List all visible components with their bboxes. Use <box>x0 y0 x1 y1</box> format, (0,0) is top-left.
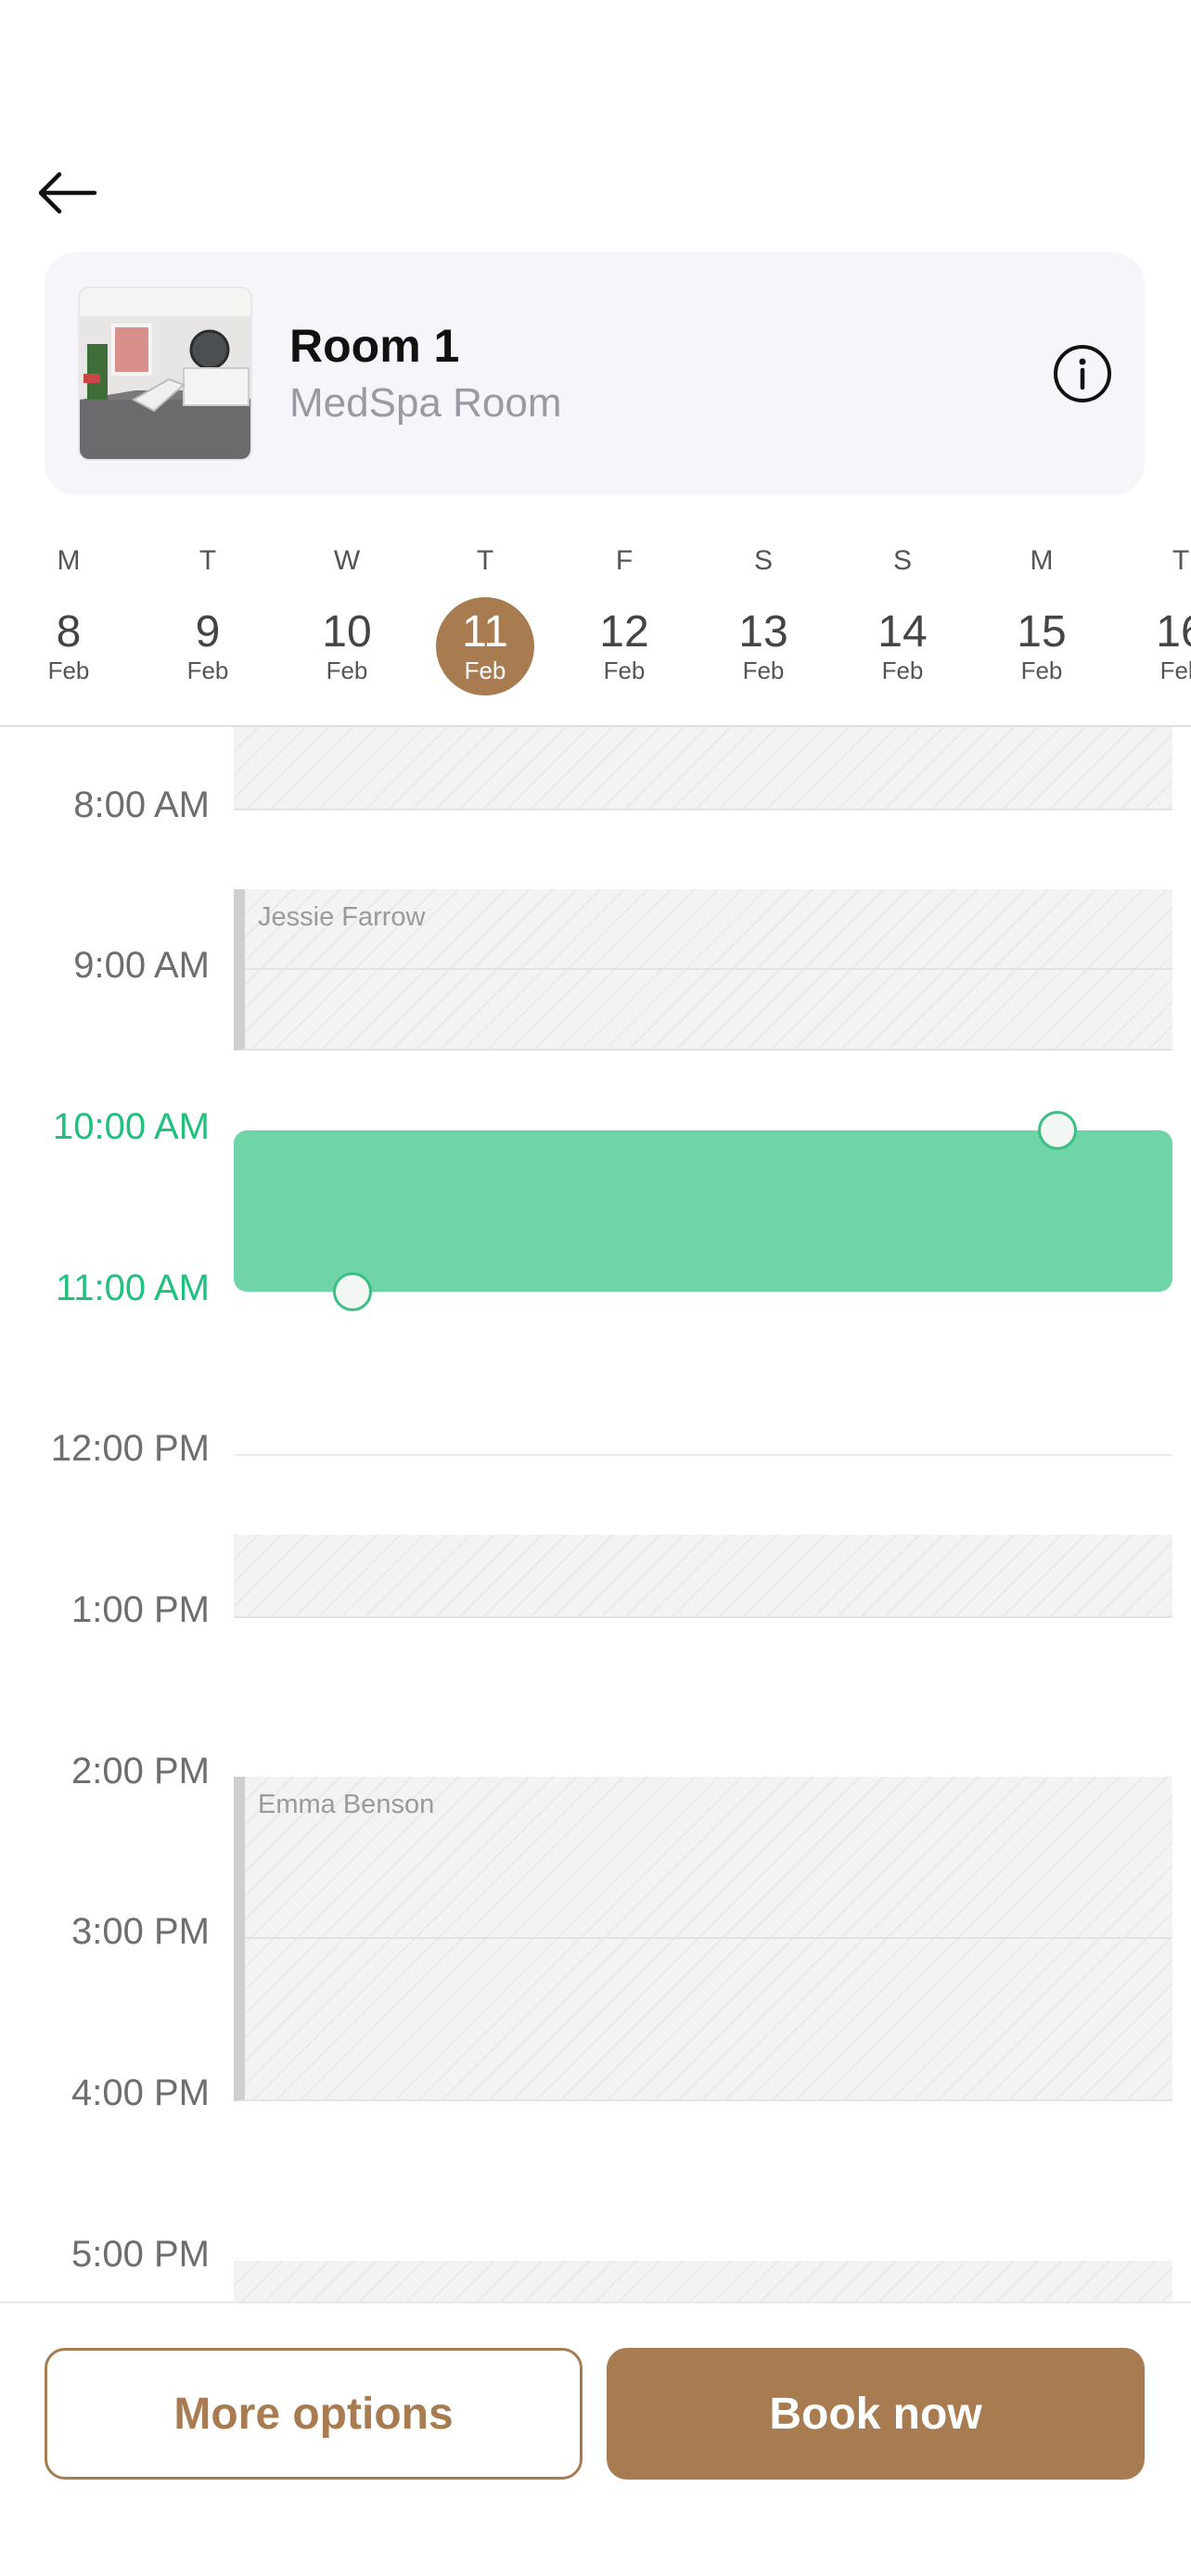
arrow-left-icon <box>38 172 97 214</box>
room-photo <box>78 287 252 461</box>
info-circle-icon <box>1054 345 1111 402</box>
booking-client-name: Emma Benson <box>258 1790 435 1819</box>
date-item[interactable]: S 13 Feb <box>708 538 819 705</box>
room-name: Room 1 <box>289 320 460 372</box>
date-item[interactable]: T 16 Feb <box>1125 538 1191 705</box>
day-month: Feb <box>1020 657 1063 684</box>
date-item[interactable]: F 12 Feb <box>569 538 680 705</box>
day-number: 16 <box>1156 607 1191 657</box>
day-month: Feb <box>881 657 924 684</box>
booking-block[interactable]: Emma Benson <box>234 1777 1172 2101</box>
hour-label: 3:00 PM <box>71 1911 210 1952</box>
date-item[interactable]: S 14 Feb <box>847 538 958 705</box>
day-number: 9 <box>195 607 221 657</box>
day-number: 12 <box>599 607 649 657</box>
hour-label-selected-end: 11:00 AM <box>55 1268 210 1308</box>
day-month: Feb <box>742 657 785 684</box>
more-options-button[interactable]: More options <box>45 2348 583 2480</box>
date-picker: M 8 Feb T 9 Feb W 10 Feb T 11 Feb F 12 F… <box>0 538 1191 723</box>
end-time-handle[interactable] <box>333 1272 372 1311</box>
day-number: 11 <box>462 607 508 657</box>
day-month: Feb <box>1159 657 1191 684</box>
room-card: Room 1 MedSpa Room <box>45 252 1145 495</box>
date-item[interactable]: M 8 Feb <box>13 538 124 705</box>
unavailable-slot <box>234 2261 1172 2302</box>
day-month: Feb <box>326 657 368 684</box>
hour-label: 2:00 PM <box>71 1751 210 1792</box>
hour-label: 5:00 PM <box>71 2234 210 2275</box>
info-button[interactable] <box>1052 343 1113 404</box>
day-month: Feb <box>464 657 506 684</box>
hour-label: 12:00 PM <box>50 1428 210 1469</box>
hour-label: 9:00 AM <box>73 945 210 986</box>
weekday-letter: S <box>753 545 773 576</box>
unavailable-slot <box>234 1535 1172 1618</box>
weekday-letter: F <box>615 545 634 576</box>
date-item[interactable]: T 9 Feb <box>152 538 263 705</box>
weekday-letter: S <box>892 545 912 576</box>
action-bar: More options Book now <box>0 2302 1191 2576</box>
day-month: Feb <box>47 657 90 684</box>
day-timeline[interactable]: Jessie Farrow Emma Benson 8:00 AM 9:00 A… <box>0 727 1191 2302</box>
hour-label: 8:00 AM <box>73 784 210 825</box>
date-item-selected[interactable]: T 11 Feb <box>429 538 541 705</box>
hour-label: 4:00 PM <box>71 2072 210 2113</box>
day-month: Feb <box>603 657 646 684</box>
weekday-letter: W <box>333 545 361 576</box>
start-time-handle[interactable] <box>1038 1111 1077 1150</box>
weekday-letter: T <box>198 545 217 576</box>
back-button[interactable] <box>35 167 100 219</box>
room-type: MedSpa Room <box>289 380 562 426</box>
day-number: 10 <box>322 607 372 657</box>
weekday-letter: T <box>1172 545 1190 576</box>
selected-time-range[interactable] <box>234 1111 1172 1311</box>
weekday-letter: T <box>476 545 494 576</box>
day-number: 8 <box>56 607 82 657</box>
date-item[interactable]: W 10 Feb <box>291 538 403 705</box>
book-now-button[interactable]: Book now <box>607 2348 1145 2480</box>
day-month: Feb <box>186 657 229 684</box>
booking-client-name: Jessie Farrow <box>258 902 426 932</box>
weekday-letter: M <box>57 545 81 576</box>
day-number: 15 <box>1017 607 1067 657</box>
date-item[interactable]: M 15 Feb <box>986 538 1097 705</box>
hour-label: 1:00 PM <box>71 1589 210 1630</box>
booking-block[interactable]: Jessie Farrow <box>234 889 1172 1051</box>
weekday-letter: M <box>1030 545 1054 576</box>
hour-line <box>234 1454 1172 1456</box>
day-number: 14 <box>877 607 928 657</box>
hour-label-selected-start: 10:00 AM <box>52 1106 210 1147</box>
unavailable-slot <box>234 727 1172 810</box>
day-number: 13 <box>738 607 788 657</box>
